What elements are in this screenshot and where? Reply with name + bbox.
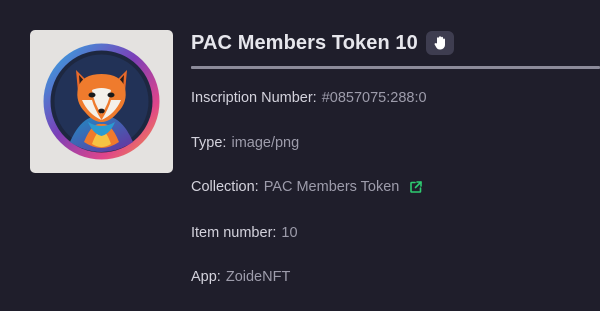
title-divider <box>191 66 600 69</box>
collection-row: Collection: PAC Members Token <box>191 179 423 195</box>
app-value: ZoideNFT <box>225 269 291 285</box>
inscription-number-row: Inscription Number: #0857075:288:0 <box>191 90 427 106</box>
type-row: Type: image/png <box>191 135 299 151</box>
inscription-number-label: Inscription Number: <box>191 90 317 106</box>
app-label: App: <box>191 269 221 285</box>
inscription-number-value: #0857075:288:0 <box>321 90 427 106</box>
hand-icon <box>434 36 445 50</box>
item-number-row: Item number: 10 <box>191 225 298 241</box>
collection-link[interactable]: PAC Members Token <box>264 179 400 195</box>
token-detail-panel: PAC Members Token 10 Inscription Number:… <box>0 0 600 311</box>
type-value: image/png <box>231 135 300 151</box>
type-label: Type: <box>191 135 227 151</box>
fox-logo-image <box>43 43 160 160</box>
external-link-button[interactable] <box>409 180 423 194</box>
token-image <box>30 30 173 173</box>
item-number-label: Item number: <box>191 225 277 241</box>
collection-label: Collection: <box>191 179 259 195</box>
hand-badge-button[interactable] <box>425 31 454 55</box>
item-number-value: 10 <box>281 225 298 241</box>
token-title: PAC Members Token 10 <box>191 31 418 54</box>
app-row: App: ZoideNFT <box>191 269 290 285</box>
external-link-icon <box>410 181 423 193</box>
token-title-row: PAC Members Token 10 <box>191 28 454 58</box>
